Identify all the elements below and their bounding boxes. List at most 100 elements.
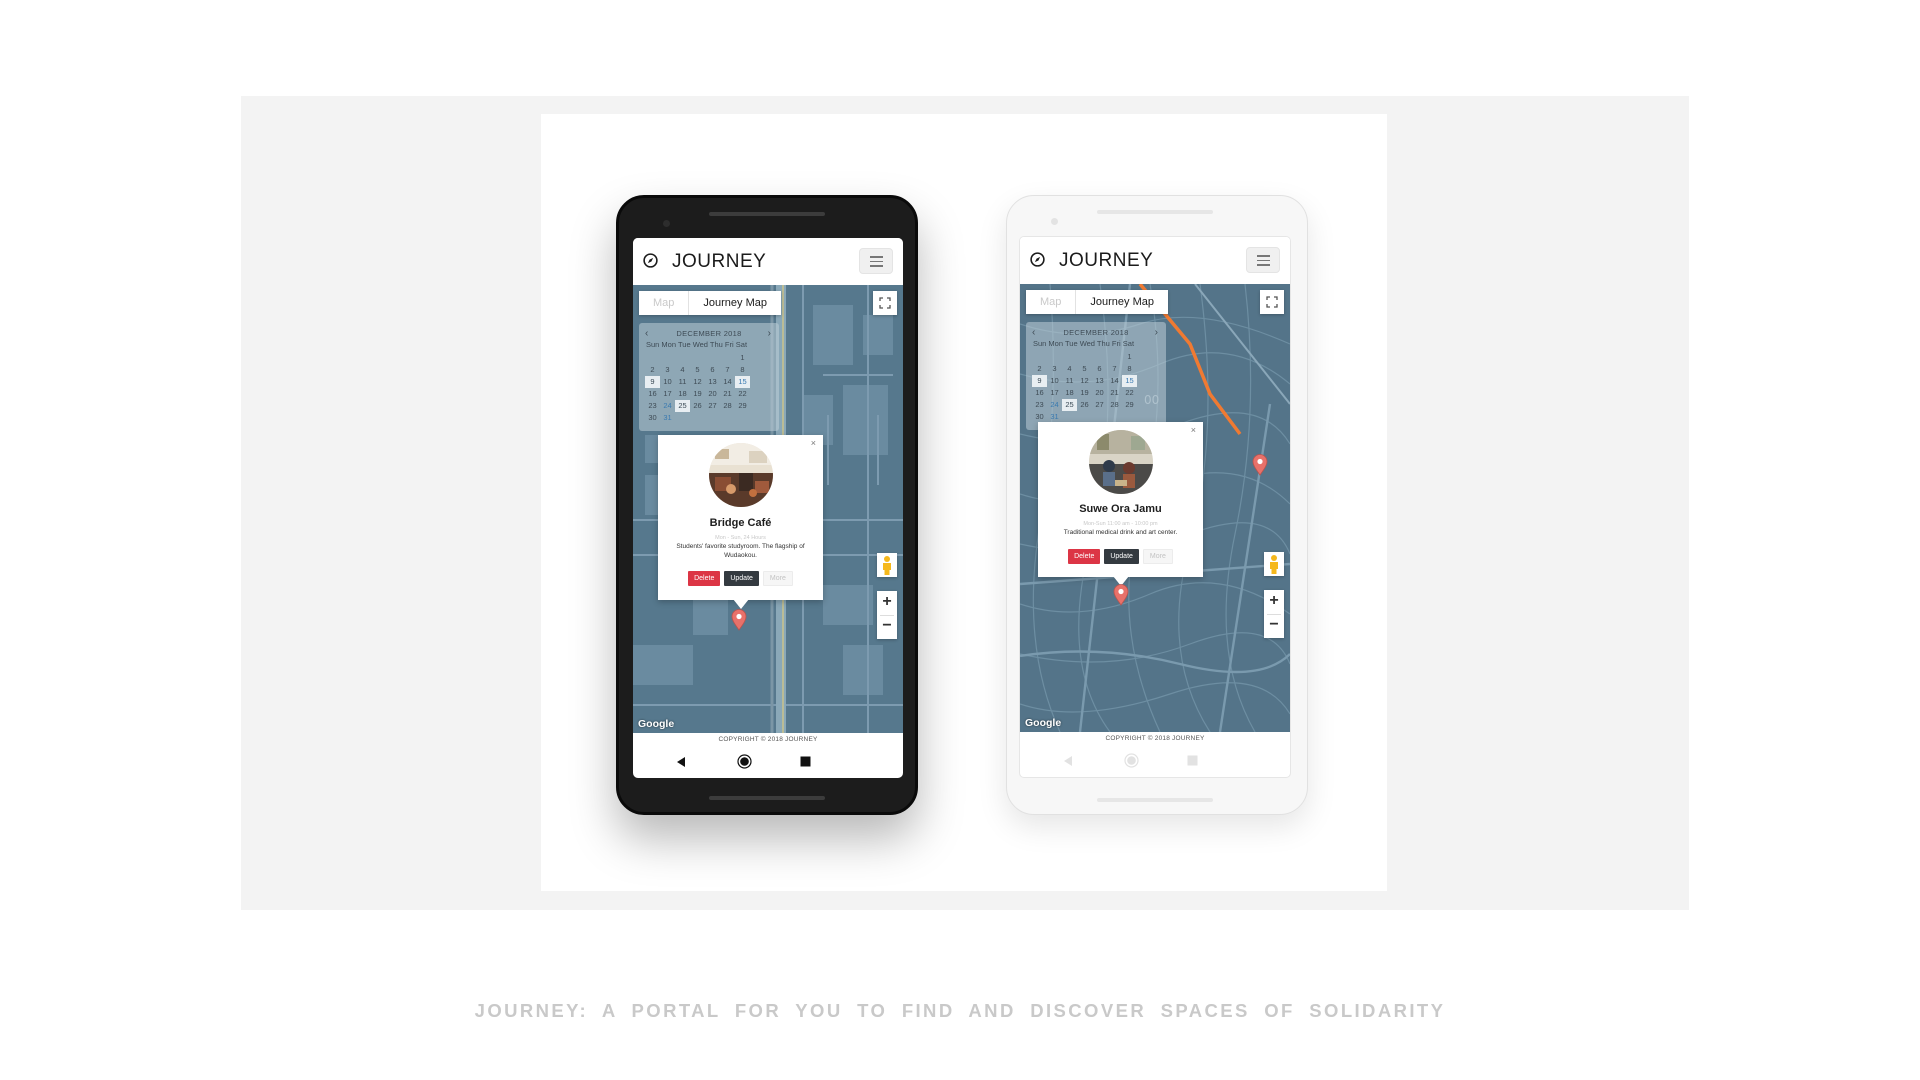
app-title[interactable]: JOURNEY: [1059, 250, 1153, 272]
calendar-day[interactable]: 9: [645, 376, 660, 388]
calendar-day[interactable]: 25: [1062, 399, 1077, 411]
calendar-day[interactable]: 11: [1062, 375, 1077, 387]
calendar-day[interactable]: 26: [690, 400, 705, 412]
calendar-day[interactable]: 17: [1047, 387, 1062, 399]
calendar-day[interactable]: 8: [1122, 363, 1137, 375]
update-button[interactable]: Update: [1104, 549, 1139, 564]
tab-map[interactable]: Map: [639, 291, 690, 315]
calendar-day[interactable]: 17: [660, 388, 675, 400]
compass-icon[interactable]: [643, 253, 658, 268]
zoom-in-button[interactable]: +: [877, 591, 897, 615]
calendar-empty-cell: [705, 412, 720, 424]
calendar-day[interactable]: 3: [1047, 363, 1062, 375]
zoom-out-button[interactable]: −: [1264, 614, 1284, 638]
hamburger-menu-icon[interactable]: [859, 248, 893, 274]
more-button[interactable]: More: [1142, 549, 1173, 564]
map-marker-icon[interactable]: [731, 609, 747, 631]
map-view[interactable]: Map Journey Map ‹ DECEMBER 2018 › Sun Mo…: [633, 285, 903, 733]
calendar-day[interactable]: 28: [720, 400, 735, 412]
delete-button[interactable]: Delete: [688, 571, 721, 586]
calendar-day[interactable]: 31: [660, 412, 675, 424]
calendar-day[interactable]: 27: [1092, 399, 1107, 411]
calendar-day[interactable]: 22: [1122, 387, 1137, 399]
fullscreen-icon[interactable]: [1260, 290, 1284, 314]
nav-back-triangle-icon[interactable]: [1062, 755, 1074, 767]
calendar-day[interactable]: 9: [1032, 375, 1047, 387]
calendar-day[interactable]: 14: [720, 376, 735, 388]
calendar-day[interactable]: 11: [675, 376, 690, 388]
calendar-day[interactable]: 29: [735, 400, 750, 412]
calendar-day[interactable]: 1: [1122, 351, 1137, 363]
calendar-day[interactable]: 27: [705, 400, 720, 412]
calendar-day[interactable]: 6: [1092, 363, 1107, 375]
zoom-out-button[interactable]: −: [877, 615, 897, 639]
calendar-day[interactable]: 1: [735, 352, 750, 364]
fullscreen-icon[interactable]: [873, 291, 897, 315]
calendar-day[interactable]: 18: [1062, 387, 1077, 399]
nav-recent-square-icon[interactable]: [800, 756, 811, 767]
calendar-day[interactable]: 10: [660, 376, 675, 388]
calendar-day[interactable]: 6: [705, 364, 720, 376]
calendar-day[interactable]: 16: [1032, 387, 1047, 399]
map-marker-icon[interactable]: [1252, 454, 1268, 476]
app-title[interactable]: JOURNEY: [672, 251, 766, 273]
calendar-day[interactable]: 24: [1047, 399, 1062, 411]
street-view-pegman-icon[interactable]: [1264, 552, 1284, 576]
tab-journey-map[interactable]: Journey Map: [1076, 290, 1168, 314]
calendar-day[interactable]: 15: [1122, 375, 1137, 387]
map-view[interactable]: 00 Map Journey Map ‹ DECEMBER 2018 › Sun…: [1020, 284, 1290, 732]
calendar-day[interactable]: 2: [645, 364, 660, 376]
tab-map[interactable]: Map: [1026, 290, 1077, 314]
calendar-day[interactable]: 29: [1122, 399, 1137, 411]
calendar-day[interactable]: 21: [1107, 387, 1122, 399]
calendar-day[interactable]: 12: [690, 376, 705, 388]
calendar-day[interactable]: 3: [660, 364, 675, 376]
delete-button[interactable]: Delete: [1068, 549, 1101, 564]
calendar-day[interactable]: 13: [1092, 375, 1107, 387]
hamburger-menu-icon[interactable]: [1246, 247, 1280, 273]
calendar-day[interactable]: 19: [690, 388, 705, 400]
nav-back-triangle-icon[interactable]: [675, 756, 687, 768]
calendar-day[interactable]: 12: [1077, 375, 1092, 387]
calendar-day[interactable]: 19: [1077, 387, 1092, 399]
calendar-day[interactable]: 2: [1032, 363, 1047, 375]
calendar-day[interactable]: 7: [720, 364, 735, 376]
calendar-day[interactable]: 22: [735, 388, 750, 400]
calendar-next-icon[interactable]: ›: [768, 328, 771, 339]
more-button[interactable]: More: [762, 571, 793, 586]
calendar-day[interactable]: 28: [1107, 399, 1122, 411]
update-button[interactable]: Update: [724, 571, 759, 586]
compass-icon[interactable]: [1030, 252, 1045, 267]
calendar-day[interactable]: 30: [645, 412, 660, 424]
calendar-day[interactable]: 20: [1092, 387, 1107, 399]
nav-home-circle-icon[interactable]: [737, 754, 752, 769]
calendar-day[interactable]: 24: [660, 400, 675, 412]
map-marker-icon[interactable]: [1113, 584, 1129, 606]
close-icon[interactable]: ×: [811, 438, 816, 448]
nav-recent-square-icon[interactable]: [1187, 755, 1198, 766]
calendar-day[interactable]: 20: [705, 388, 720, 400]
calendar-day[interactable]: 14: [1107, 375, 1122, 387]
calendar-day[interactable]: 21: [720, 388, 735, 400]
calendar-day[interactable]: 8: [735, 364, 750, 376]
calendar-day[interactable]: 4: [675, 364, 690, 376]
calendar-day[interactable]: 5: [1077, 363, 1092, 375]
calendar-day[interactable]: 18: [675, 388, 690, 400]
street-view-pegman-icon[interactable]: [877, 553, 897, 577]
nav-home-circle-icon[interactable]: [1124, 753, 1139, 768]
calendar-day[interactable]: 26: [1077, 399, 1092, 411]
calendar-day[interactable]: 5: [690, 364, 705, 376]
calendar-day[interactable]: 13: [705, 376, 720, 388]
zoom-in-button[interactable]: +: [1264, 590, 1284, 614]
calendar-day[interactable]: 23: [645, 400, 660, 412]
calendar-day[interactable]: 4: [1062, 363, 1077, 375]
close-icon[interactable]: ×: [1191, 425, 1196, 435]
calendar-day[interactable]: 25: [675, 400, 690, 412]
calendar-day[interactable]: 23: [1032, 399, 1047, 411]
calendar-day[interactable]: 7: [1107, 363, 1122, 375]
calendar-day[interactable]: 16: [645, 388, 660, 400]
calendar-next-icon[interactable]: ›: [1155, 327, 1158, 338]
tab-journey-map[interactable]: Journey Map: [689, 291, 781, 315]
calendar-day[interactable]: 15: [735, 376, 750, 388]
calendar-day[interactable]: 10: [1047, 375, 1062, 387]
